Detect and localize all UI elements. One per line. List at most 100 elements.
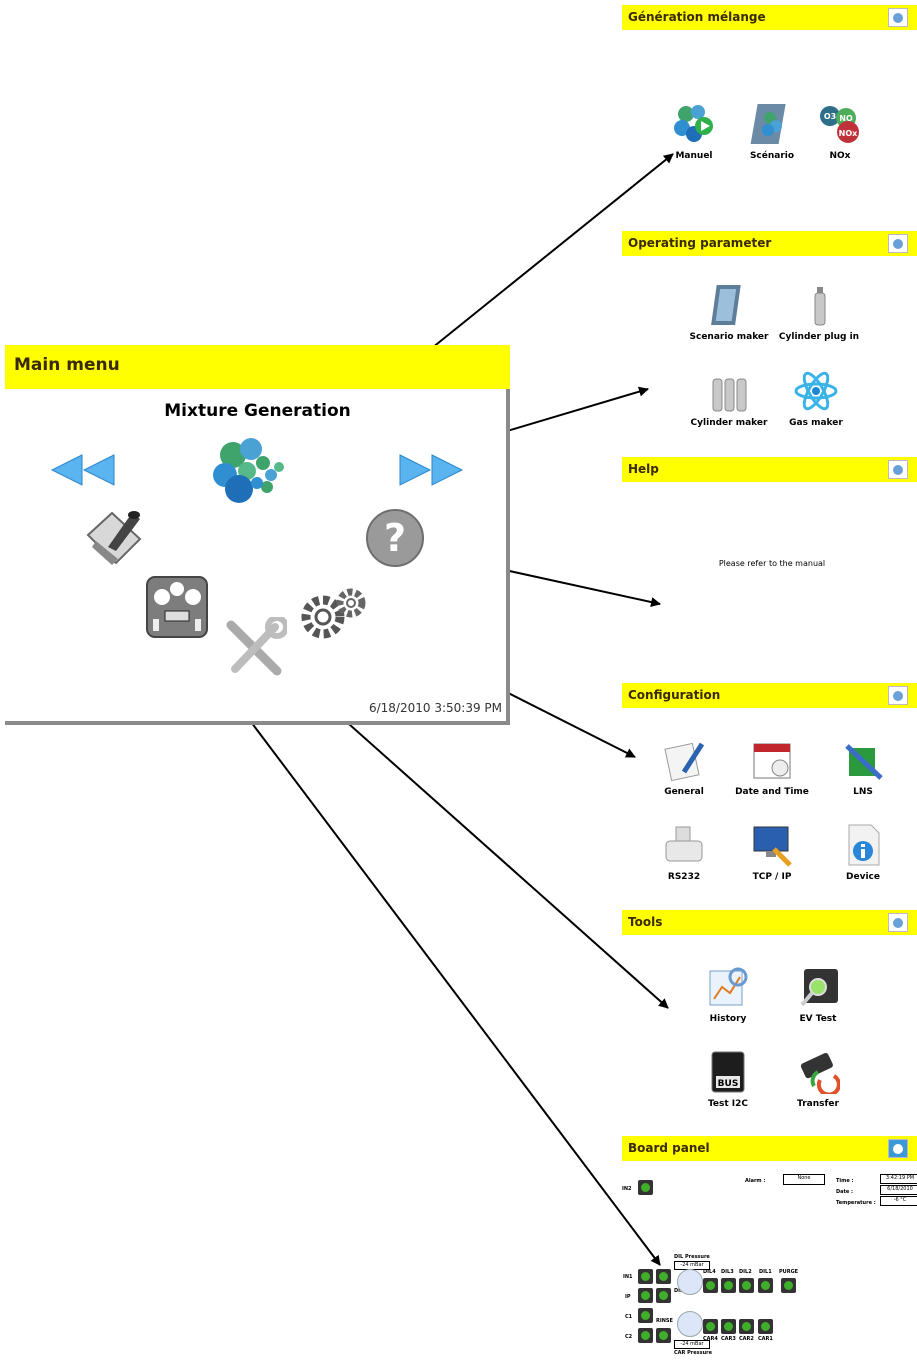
cylinder-plug-in-button[interactable]: Cylinder plug in	[774, 283, 864, 342]
tcp-ip-button[interactable]: TCP / IP	[727, 823, 817, 882]
test-i2c-button[interactable]: BUS Test I2C	[683, 1050, 773, 1109]
tools-icon[interactable]	[223, 617, 287, 681]
scenario-maker-label: Scenario maker	[689, 332, 769, 342]
dil2-led[interactable]	[739, 1278, 754, 1293]
temperature-label: Temperature :	[836, 1200, 876, 1206]
ev-test-label: EV Test	[799, 1014, 837, 1024]
nox-o3-text: O3	[824, 112, 836, 121]
document-pen-icon	[664, 742, 705, 782]
operating-title: Operating parameter	[628, 236, 772, 250]
test-i2c-label: Test I2C	[707, 1099, 749, 1109]
main-menu-title: Main menu	[14, 355, 120, 375]
rs232-button[interactable]: RS232	[639, 823, 729, 882]
device-info-icon	[848, 824, 880, 866]
generation-panel: Génération mélange Manuel Scénario O3 NO…	[622, 5, 917, 175]
dil4-label: DIL4	[703, 1269, 716, 1275]
operating-title-bar: Operating parameter	[622, 231, 917, 256]
manuel-button[interactable]: Manuel	[649, 102, 739, 161]
alarm-label: Alarm :	[745, 1178, 766, 1184]
car1-label: CAR1	[758, 1336, 773, 1342]
usb-transfer-icon	[800, 1052, 841, 1097]
nox-button[interactable]: O3 NO NOx NOx	[795, 102, 885, 161]
temperature-value: -6 °C	[880, 1196, 917, 1206]
alarm-value: None	[783, 1174, 825, 1185]
gas-maker-label: Gas maker	[789, 418, 843, 428]
time-value: 3:42:19 PM	[880, 1174, 917, 1184]
tcp-ip-label: TCP / IP	[752, 872, 792, 882]
configuration-title-bar: Configuration	[622, 683, 917, 708]
mixture-generation-icon[interactable]	[211, 437, 306, 507]
configuration-icon[interactable]	[301, 585, 369, 641]
datetime-display: 6/18/2010 3:50:39 PM	[368, 701, 502, 715]
in1-led-a[interactable]	[638, 1269, 653, 1284]
nox-label: NOx	[829, 151, 851, 161]
help-title-bar: Help	[622, 457, 917, 482]
dil2-label: DIL2	[739, 1269, 752, 1275]
tools-title: Tools	[628, 915, 663, 929]
transfer-button[interactable]: Transfer	[773, 1050, 863, 1109]
c2-led-a[interactable]	[638, 1328, 653, 1343]
ip-led-a[interactable]	[638, 1288, 653, 1303]
dil3-label: DIL3	[721, 1269, 734, 1275]
main-menu-window: Main menu Mixture Generation ? 6/18/2010…	[5, 345, 510, 725]
mode-title: Mixture Generation	[164, 401, 351, 421]
general-button[interactable]: General	[639, 738, 729, 797]
manuel-label: Manuel	[675, 151, 713, 161]
car1-led[interactable]	[758, 1319, 773, 1334]
help-icon[interactable]: ?	[365, 508, 425, 568]
history-button[interactable]: History	[683, 965, 773, 1024]
serial-port-icon	[665, 826, 703, 862]
help-panel: Help Please refer to the manual	[622, 457, 917, 657]
nox-nox-text: NOx	[839, 129, 858, 138]
bus-label: BUS	[718, 1079, 739, 1089]
calendar-icon	[753, 743, 791, 779]
dil1-led[interactable]	[758, 1278, 773, 1293]
car-pressure-gauge	[677, 1311, 703, 1337]
c1-label: C1	[625, 1314, 633, 1320]
device-label: Device	[846, 872, 880, 882]
car3-label: CAR3	[721, 1336, 736, 1342]
panel-badge-icon	[888, 460, 908, 479]
c1-led[interactable]	[638, 1308, 653, 1323]
device-button[interactable]: Device	[818, 823, 908, 882]
generation-title: Génération mélange	[628, 10, 766, 24]
film-strip-icon	[711, 285, 741, 325]
purge-led[interactable]	[781, 1278, 796, 1293]
panel-badge-icon	[888, 8, 908, 27]
operating-parameter-icon[interactable]	[82, 505, 148, 571]
cylinder-maker-button[interactable]: Cylinder maker	[684, 369, 774, 428]
dil4-led[interactable]	[703, 1278, 718, 1293]
c2-led-b[interactable]	[656, 1328, 671, 1343]
date-and-time-button[interactable]: Date and Time	[727, 738, 817, 797]
next-arrows-icon[interactable]	[398, 453, 464, 487]
ev-test-button[interactable]: EV Test	[773, 965, 863, 1024]
panel-badge-icon	[888, 686, 908, 705]
car3-led[interactable]	[721, 1319, 736, 1334]
ip-label: IP	[625, 1294, 631, 1300]
help-title: Help	[628, 462, 659, 476]
board-panel-icon[interactable]	[145, 575, 209, 639]
general-label: General	[664, 787, 704, 797]
date-and-time-label: Date and Time	[735, 787, 809, 797]
c2-label: C2	[625, 1334, 633, 1340]
car2-led[interactable]	[739, 1319, 754, 1334]
cylinder-maker-label: Cylinder maker	[690, 418, 768, 428]
configuration-title: Configuration	[628, 688, 721, 702]
bus-chip-icon: BUS	[711, 1051, 745, 1093]
lns-label: LNS	[853, 787, 873, 797]
configuration-panel: Configuration General Date and Time LNS …	[622, 683, 917, 893]
ip-led-b[interactable]	[656, 1288, 671, 1303]
scenario-maker-button[interactable]: Scenario maker	[684, 283, 774, 342]
in2-label: IN2	[622, 1186, 632, 1192]
car4-led[interactable]	[703, 1319, 718, 1334]
prev-arrows-icon[interactable]	[50, 453, 116, 487]
lns-button[interactable]: LNS	[818, 738, 908, 797]
in1-led-b[interactable]	[656, 1269, 671, 1284]
rs232-label: RS232	[667, 872, 701, 882]
dil-pressure-gauge	[677, 1269, 703, 1295]
gas-maker-button[interactable]: Gas maker	[771, 369, 861, 428]
ev-test-icon	[800, 969, 838, 1007]
in2-led[interactable]	[638, 1180, 653, 1195]
panel-badge-icon	[888, 1139, 908, 1158]
dil3-led[interactable]	[721, 1278, 736, 1293]
